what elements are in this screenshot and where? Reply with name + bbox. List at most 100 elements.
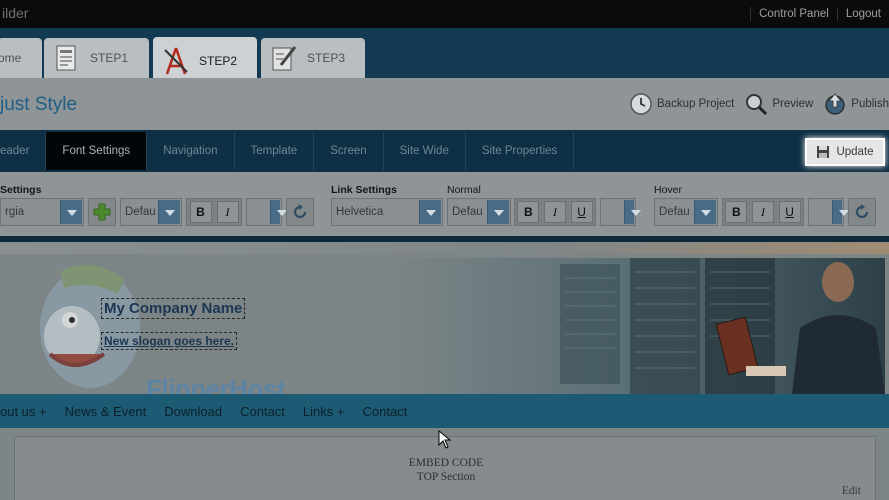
menu-item-about[interactable]: out us + <box>0 404 47 419</box>
menu-item-contact-2[interactable]: Contact <box>362 404 407 419</box>
font-settings-label: Settings <box>0 184 42 196</box>
mouse-cursor-icon <box>438 430 452 449</box>
app-title: ilder <box>2 5 29 21</box>
hover-size-value: Defau <box>659 206 690 218</box>
backup-project-button[interactable]: Backup Project <box>629 92 734 116</box>
font-size-value: Defau <box>125 206 156 218</box>
chevron-down-icon <box>624 200 641 224</box>
menu-item-links[interactable]: Links + <box>303 404 345 419</box>
subnav-navigation[interactable]: Navigation <box>147 132 235 170</box>
subnav-header[interactable]: eader <box>0 132 47 170</box>
top-bar: ilder Control Panel Logout <box>0 0 889 28</box>
refresh-icon <box>293 204 307 219</box>
chevron-down-icon <box>832 200 849 224</box>
save-disk-icon <box>817 146 830 158</box>
banner-artwork <box>40 258 885 394</box>
globe-upload-icon <box>825 93 845 115</box>
chevron-down-icon <box>158 200 180 224</box>
chevron-down-icon <box>694 200 716 224</box>
site-menu-bar: out us + News & Event Download Contact L… <box>0 394 889 428</box>
control-panel-link[interactable]: Control Panel <box>750 7 837 21</box>
preview-sub-strip <box>0 242 889 254</box>
magnifier-icon <box>746 94 768 116</box>
link-font-select[interactable]: Helvetica <box>331 198 443 226</box>
italic-button[interactable]: I <box>216 201 239 223</box>
site-preview: My Company Name New slogan goes here. Fl… <box>0 236 889 500</box>
style-sub-navigation: eader Font Settings Navigation Template … <box>0 130 889 172</box>
refresh-icon <box>855 204 869 219</box>
font-family-select[interactable]: rgia <box>0 198 84 226</box>
tab-step3[interactable]: STEP3 <box>261 38 365 78</box>
project-actions: Backup Project Preview Publish <box>619 92 889 116</box>
tab-step1-label: STEP1 <box>90 51 129 65</box>
hover-color-select[interactable] <box>808 198 849 226</box>
add-font-button[interactable] <box>88 198 116 226</box>
update-button[interactable]: Update <box>805 138 885 166</box>
step-tab-bar: ome STEP1 STEP2 STEP3 <box>0 28 889 85</box>
chevron-down-icon <box>270 200 287 224</box>
menu-item-contact[interactable]: Contact <box>240 404 285 419</box>
plus-icon <box>93 203 111 221</box>
tab-home-label: ome <box>0 51 22 65</box>
subnav-site-wide[interactable]: Site Wide <box>384 132 466 170</box>
company-name-text[interactable]: My Company Name <box>101 298 246 319</box>
font-style-buttons: B I <box>186 198 242 226</box>
tab-step2-label: STEP2 <box>199 54 238 68</box>
backup-project-label: Backup Project <box>657 98 735 110</box>
normal-bold-button[interactable]: B <box>517 201 540 223</box>
font-settings-row: Settings rgia Defau B I Link Settings He… <box>0 172 889 232</box>
preview-label: Preview <box>772 98 814 110</box>
menu-item-news[interactable]: News & Event <box>65 404 147 419</box>
subnav-site-properties[interactable]: Site Properties <box>466 132 575 170</box>
font-color-select[interactable] <box>246 198 287 226</box>
main-content: just Style Backup Project Preview Publis… <box>0 78 889 500</box>
brand-watermark: FlipperHost <box>146 374 285 394</box>
normal-style-buttons: B I U <box>514 198 596 226</box>
hover-italic-button[interactable]: I <box>751 201 774 223</box>
header-banner: My Company Name New slogan goes here. Fl… <box>0 258 885 394</box>
link-settings-label: Link Settings <box>331 184 397 196</box>
bold-button[interactable]: B <box>189 201 212 223</box>
hover-style-buttons: B I U <box>722 198 804 226</box>
link-font-value: Helvetica <box>336 206 384 218</box>
normal-color-select[interactable] <box>600 198 641 226</box>
subnav-font-settings[interactable]: Font Settings <box>46 132 148 170</box>
edit-link[interactable]: Edit <box>842 485 861 497</box>
normal-size-value: Defau <box>452 206 483 218</box>
backup-clock-icon <box>630 93 652 115</box>
tab-step3-label: STEP3 <box>307 51 346 65</box>
tab-home[interactable]: ome <box>0 38 42 78</box>
slogan-text[interactable]: New slogan goes here. <box>101 332 238 350</box>
hover-size-select[interactable]: Defau <box>654 198 718 226</box>
hover-bold-button[interactable]: B <box>725 201 748 223</box>
chevron-down-icon <box>487 200 509 224</box>
page-title: just Style <box>0 94 78 115</box>
hover-label: Hover <box>654 184 683 196</box>
embed-section-label: TOP Section <box>416 471 476 483</box>
publish-label: Publish <box>851 98 889 110</box>
normal-underline-button[interactable]: U <box>570 201 593 223</box>
update-label: Update <box>836 146 874 158</box>
logout-link[interactable]: Logout <box>836 7 889 21</box>
menu-item-download[interactable]: Download <box>164 404 222 419</box>
preview-button[interactable]: Preview <box>744 92 813 116</box>
reset-font-button[interactable] <box>286 198 314 226</box>
reset-link-button[interactable] <box>848 198 876 226</box>
publish-button[interactable]: Publish <box>823 92 889 116</box>
document-icon <box>56 45 76 71</box>
chevron-down-icon <box>419 200 441 224</box>
edit-document-icon <box>272 46 297 71</box>
normal-italic-button[interactable]: I <box>543 201 566 223</box>
normal-size-select[interactable]: Defau <box>447 198 511 226</box>
design-tools-icon <box>164 47 188 75</box>
normal-label: Normal <box>447 184 481 196</box>
subnav-template[interactable]: Template <box>235 132 315 170</box>
top-links: Control Panel Logout <box>750 0 889 28</box>
hover-underline-button[interactable]: U <box>778 201 801 223</box>
chevron-down-icon <box>60 200 82 224</box>
embed-code-label: EMBED CODE <box>408 457 484 469</box>
tab-step1[interactable]: STEP1 <box>44 38 149 78</box>
subnav-screen[interactable]: Screen <box>314 132 384 170</box>
font-family-value: rgia <box>5 206 25 218</box>
font-size-select[interactable]: Defau <box>120 198 182 226</box>
